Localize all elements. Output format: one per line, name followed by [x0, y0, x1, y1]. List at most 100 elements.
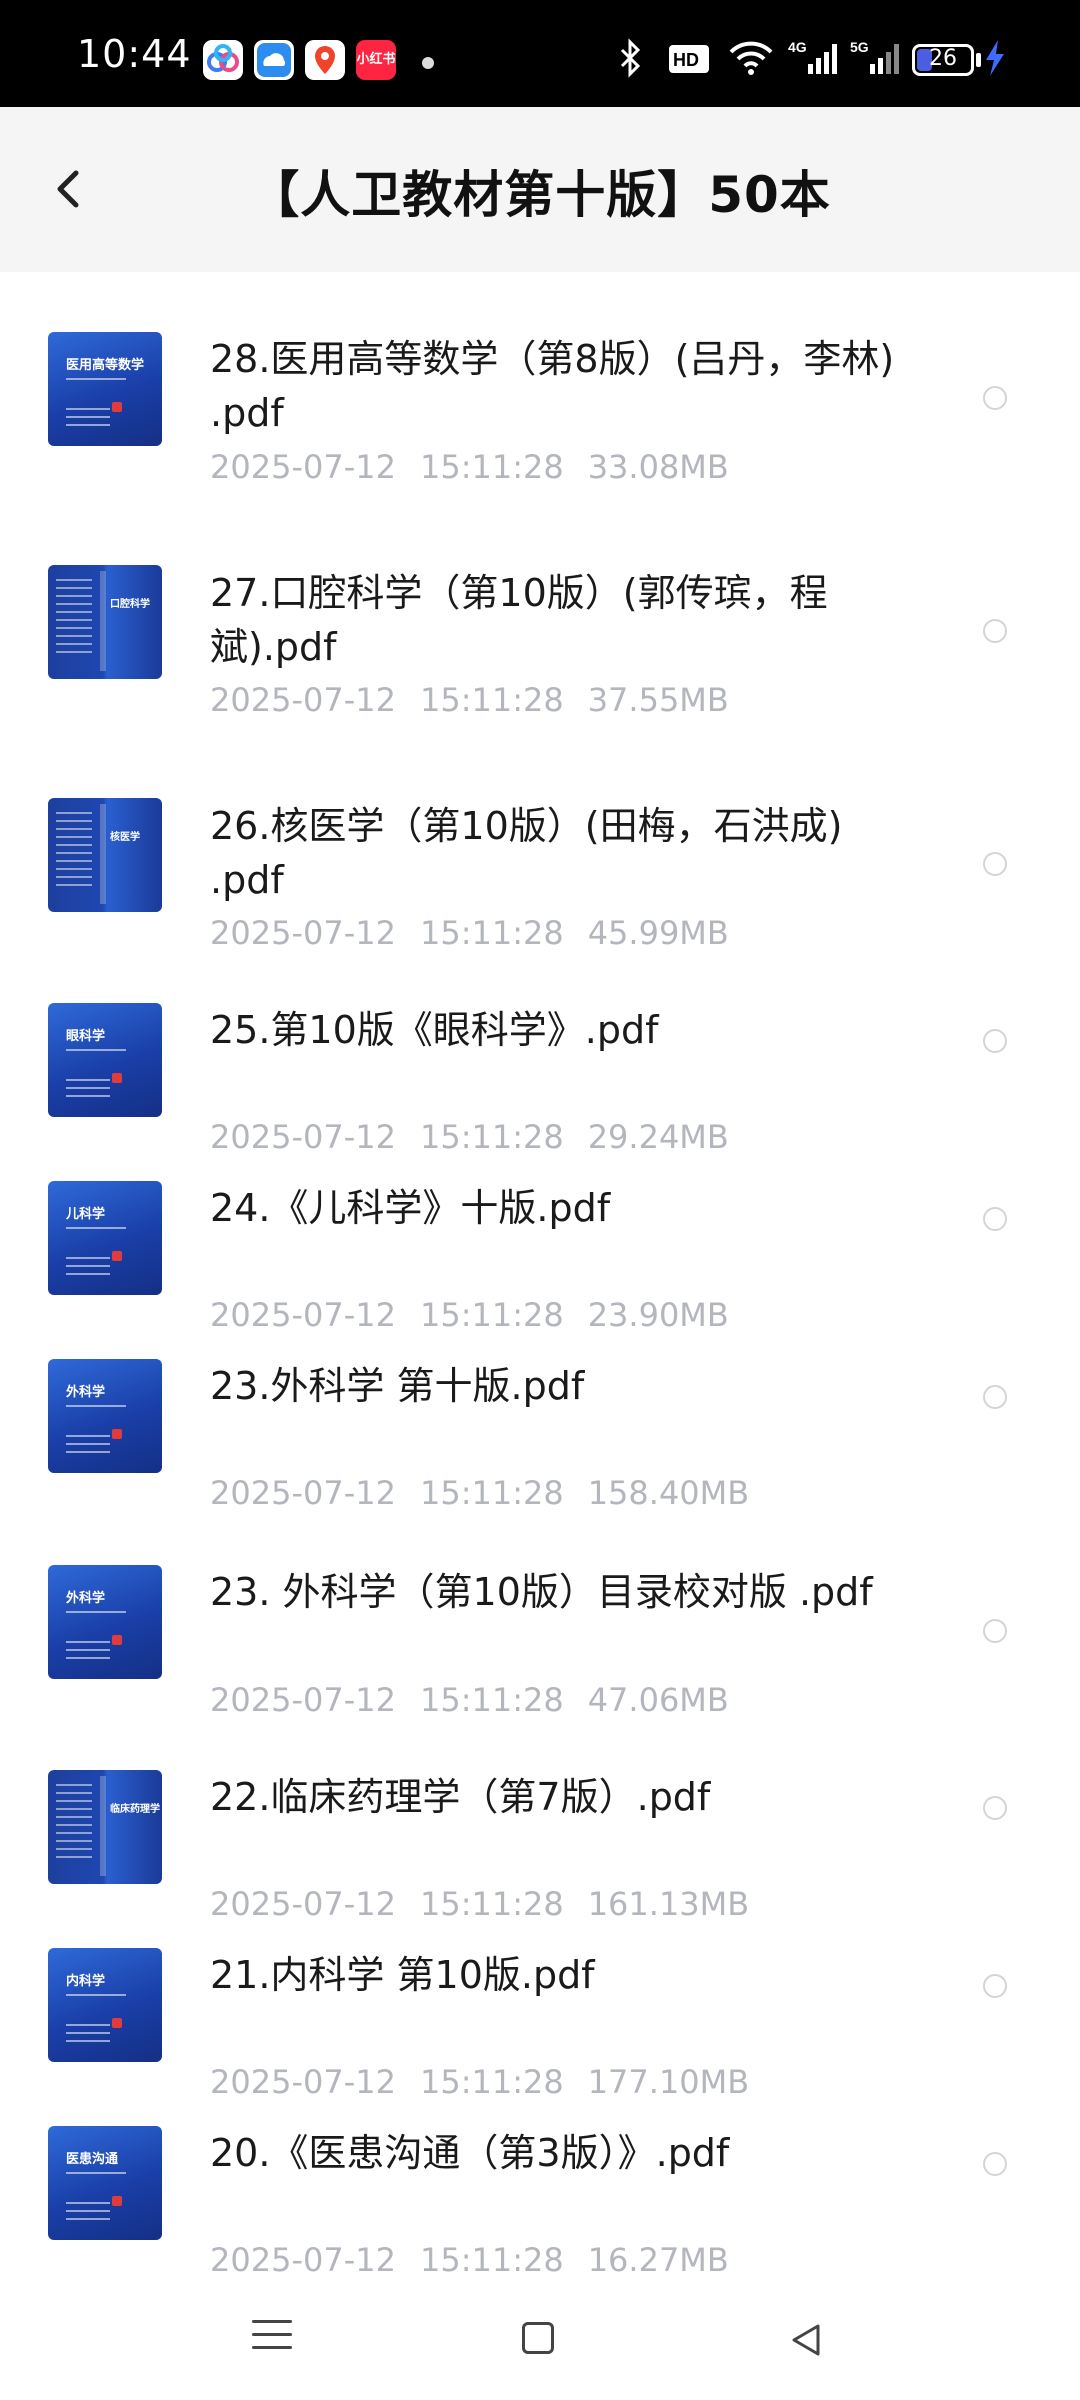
menu-icon[interactable]	[252, 2320, 292, 2359]
cover-logo	[112, 1251, 122, 1261]
file-size: 33.08MB	[587, 448, 729, 486]
svg-text:HD: HD	[673, 50, 699, 70]
cover-logo	[112, 402, 122, 412]
cover-line	[66, 1265, 110, 1267]
file-list-item[interactable]: 外科学 23. 外科学（第10版）目录校对版 .pdf 2025-07-12 15:1…	[0, 1506, 1080, 1739]
file-list-item[interactable]: 眼科学 25.第10版《眼科学》.pdf 2025-07-12 15:11:28 29.…	[0, 972, 1080, 1156]
file-name: 25.第10版《眼科学》.pdf	[210, 1008, 659, 1052]
wifi-icon	[728, 40, 774, 82]
cover-line	[66, 1257, 110, 1259]
cover-line	[66, 1611, 126, 1613]
select-radio[interactable]	[983, 619, 1007, 643]
file-list-item[interactable]: 外科学 23.外科学 第十版.pdf 2025-07-12 15:11:28 158.4…	[0, 1328, 1080, 1512]
cover-line	[66, 2040, 110, 2042]
file-list-item[interactable]: 临床药理学 22.临床药理学（第7版）.pdf 2025-07-12 15:11:28…	[0, 1739, 1080, 1923]
home-icon[interactable]	[522, 2322, 554, 2354]
cover-pattern	[56, 579, 92, 659]
file-name: 20.《医患沟通（第3版）》.pdf	[210, 2131, 730, 2175]
file-name: 23. 外科学（第10版）目录校对版 .pdf	[210, 1570, 873, 1614]
cover-line	[66, 1994, 126, 1996]
file-time: 15:11:28	[419, 2241, 564, 2279]
pdf-cover-thumbnail: 临床药理学	[48, 1770, 162, 1884]
cover-pattern	[56, 1784, 92, 1864]
battery-tip	[976, 53, 981, 67]
battery-icon: 26	[912, 44, 974, 76]
cover-logo	[112, 2018, 122, 2028]
cover-label: 外科学	[66, 1591, 106, 1606]
file-list-item[interactable]: 核医学 26.核医学（第10版）(田梅，石洪成) .pdf 2025-07-12 15…	[0, 739, 1080, 972]
file-meta: 2025-07-12 15:11:28 33.08MB	[210, 448, 729, 486]
select-radio[interactable]	[983, 2152, 1007, 2176]
pdf-cover-thumbnail: 口腔科学	[48, 565, 162, 679]
cover-line	[66, 1273, 110, 1275]
file-name: 22.临床药理学（第7版）.pdf	[210, 1775, 711, 1819]
cover-label: 外科学	[66, 1385, 106, 1400]
file-list-item[interactable]: 医患沟通 20.《医患沟通（第3版）》.pdf 2025-07-12 15:11:28…	[0, 2095, 1080, 2279]
file-name: 24.《儿科学》十版.pdf	[210, 1186, 611, 1230]
pdf-cover-thumbnail: 儿科学	[48, 1181, 162, 1295]
select-radio[interactable]	[983, 1974, 1007, 1998]
cover-spine	[100, 571, 106, 671]
back-triangle-icon[interactable]	[786, 2320, 826, 2364]
cover-line	[66, 2024, 110, 2026]
file-list-item[interactable]: 儿科学 24.《儿科学》十版.pdf 2025-07-12 15:11:28 23.90…	[0, 1150, 1080, 1334]
cover-label: 临床药理学	[110, 1804, 160, 1815]
cover-pattern	[56, 812, 92, 892]
cover-line	[66, 1657, 110, 1659]
pdf-cover-thumbnail: 核医学	[48, 798, 162, 912]
map-pin-app-icon	[305, 40, 345, 80]
bluetooth-icon	[616, 38, 646, 84]
cover-line	[66, 1049, 126, 1051]
file-meta: 2025-07-12 15:11:28 45.99MB	[210, 914, 729, 952]
file-size: 45.99MB	[587, 914, 729, 952]
svg-text:4G: 4G	[788, 39, 807, 55]
file-time: 15:11:28	[419, 448, 564, 486]
cover-line	[66, 2172, 126, 2174]
file-name: 26.核医学（第10版）(田梅，石洪成) .pdf	[210, 804, 843, 902]
cover-line	[66, 2032, 110, 2034]
cover-logo	[112, 1073, 122, 1083]
cover-line	[66, 1641, 110, 1643]
file-time: 15:11:28	[419, 681, 564, 719]
page-title: 【人卫教材第十版】50本	[249, 166, 831, 224]
cover-label: 核医学	[110, 832, 140, 843]
notification-dot	[422, 57, 434, 69]
cover-label: 儿科学	[66, 1207, 106, 1222]
cover-line	[66, 1443, 110, 1445]
file-name: 23.外科学 第十版.pdf	[210, 1364, 585, 1408]
select-radio[interactable]	[983, 386, 1007, 410]
select-radio[interactable]	[983, 1207, 1007, 1231]
cover-line	[66, 1095, 110, 1097]
file-list-item[interactable]: 医用高等数学 28.医用高等数学（第8版）(吕丹，李林) .pdf 2025-07-…	[0, 272, 1080, 506]
select-radio[interactable]	[983, 1385, 1007, 1409]
file-list-item[interactable]: 口腔科学 27.口腔科学（第10版）(郭传瑸，程斌).pdf 2025-07-12 1…	[0, 506, 1080, 739]
cover-line	[66, 2218, 110, 2220]
cover-label: 口腔科学	[110, 599, 150, 610]
xiaohongshu-icon: 小红书	[356, 40, 396, 80]
file-date: 2025-07-12	[210, 1681, 396, 1719]
baidu-netdisk-icon	[203, 40, 243, 80]
cover-logo	[112, 2196, 122, 2206]
file-list-item[interactable]: 内科学 21.内科学 第10版.pdf 2025-07-12 15:11:28 177.…	[0, 1917, 1080, 2101]
pdf-cover-thumbnail: 眼科学	[48, 1003, 162, 1117]
status-time: 10:44	[77, 32, 192, 76]
file-meta: 2025-07-12 15:11:28 47.06MB	[210, 1681, 729, 1719]
file-time: 15:11:28	[419, 914, 564, 952]
file-date: 2025-07-12	[210, 448, 396, 486]
pdf-cover-thumbnail: 外科学	[48, 1565, 162, 1679]
cover-line	[66, 378, 126, 380]
file-name: 27.口腔科学（第10版）(郭传瑸，程斌).pdf	[210, 571, 828, 669]
battery-text: 26	[929, 46, 957, 71]
select-radio[interactable]	[983, 1029, 1007, 1053]
select-radio[interactable]	[983, 1619, 1007, 1643]
select-radio[interactable]	[983, 852, 1007, 876]
file-size: 37.55MB	[587, 681, 729, 719]
file-date: 2025-07-12	[210, 681, 396, 719]
charging-bolt-icon	[984, 38, 1006, 87]
cover-line	[66, 1227, 126, 1229]
pdf-cover-thumbnail: 医用高等数学	[48, 332, 162, 446]
cover-spine	[100, 804, 106, 904]
file-size: 47.06MB	[587, 1681, 729, 1719]
select-radio[interactable]	[983, 1796, 1007, 1820]
cover-line	[66, 1649, 110, 1651]
